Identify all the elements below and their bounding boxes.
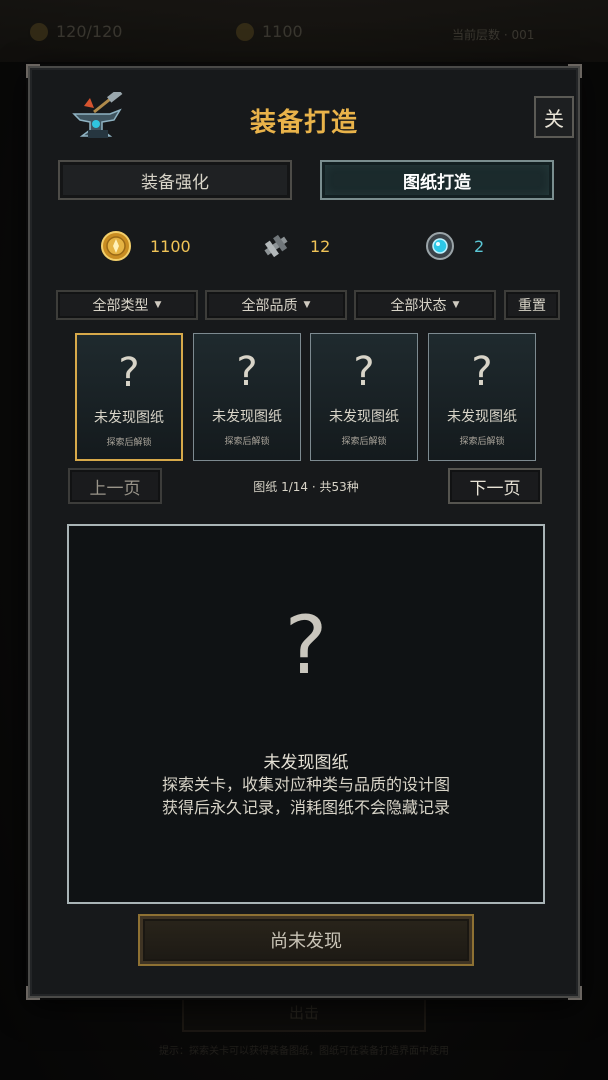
card-hint: 探索后解锁 <box>106 438 152 448</box>
gold-coin-icon <box>101 231 131 261</box>
frame-corner <box>26 64 40 78</box>
type-filter-dropdown[interactable]: 全部类型 ▼ <box>56 290 198 320</box>
frame-corner <box>568 64 582 78</box>
status-filter-dropdown[interactable]: 全部状态 ▼ <box>354 290 496 320</box>
material-icon <box>264 234 288 258</box>
tab-enhance[interactable]: 装备强化 <box>58 160 292 200</box>
forge-action-button[interactable]: 尚未发现 <box>138 914 474 966</box>
gold-resource: 1100 <box>100 230 191 262</box>
card-name: 未发现图纸 <box>212 409 282 425</box>
caret-down-icon: ▼ <box>303 300 311 310</box>
detail-name: 未发现图纸 <box>263 753 349 773</box>
page-indicator: 图纸 1/14 · 共53种 <box>253 480 359 494</box>
material-resource: 12 <box>260 230 330 262</box>
unknown-mark: ? <box>236 349 258 395</box>
blueprint-card[interactable]: ? 未发现图纸 探索后解锁 <box>193 333 301 461</box>
card-hint: 探索后解锁 <box>224 437 270 447</box>
card-hint: 探索后解锁 <box>341 437 387 447</box>
unknown-mark: ? <box>118 350 140 396</box>
unknown-mark: ? <box>471 349 493 395</box>
quality-filter-dropdown[interactable]: 全部品质 ▼ <box>205 290 347 320</box>
detail-description-2: 获得后永久记录，消耗图纸不会隐藏记录 <box>161 798 450 817</box>
reset-filter-button[interactable]: 重置 <box>504 290 560 320</box>
unknown-mark: ? <box>353 349 375 395</box>
crystal-resource: 2 <box>424 230 484 262</box>
card-name: 未发现图纸 <box>94 410 164 426</box>
frame-corner <box>568 986 582 1000</box>
frame-corner <box>26 986 40 1000</box>
detail-description-1: 探索关卡，收集对应种类与品质的设计图 <box>161 775 450 794</box>
forge-modal: 装备打造 关 装备强化 图纸打造 1100 12 2 全部类型 ▼ 全部品质 ▼ 全… <box>26 64 582 1000</box>
blueprint-card[interactable]: ? 未发现图纸 探索后解锁 <box>75 333 183 461</box>
modal-title: 装备打造 <box>249 108 358 138</box>
caret-down-icon: ▼ <box>154 300 162 310</box>
next-page-button[interactable]: 下一页 <box>448 468 542 504</box>
tab-blueprint-forge[interactable]: 图纸打造 <box>320 160 554 200</box>
caret-down-icon: ▼ <box>452 300 460 310</box>
crystal-amount: 2 <box>474 236 485 256</box>
blueprint-card[interactable]: ? 未发现图纸 探索后解锁 <box>310 333 418 461</box>
card-name: 未发现图纸 <box>447 409 517 425</box>
prev-page-button[interactable]: 上一页 <box>68 468 162 504</box>
material-amount: 12 <box>310 236 331 256</box>
blueprint-card[interactable]: ? 未发现图纸 探索后解锁 <box>428 333 536 461</box>
crystal-icon <box>426 232 454 260</box>
close-button[interactable]: 关 <box>534 96 574 138</box>
gold-amount: 1100 <box>150 236 191 256</box>
unknown-mark-large: ? <box>284 599 328 692</box>
blueprint-detail-panel: ? 未发现图纸 探索关卡，收集对应种类与品质的设计图 获得后永久记录，消耗图纸不… <box>67 524 545 904</box>
card-name: 未发现图纸 <box>329 409 399 425</box>
card-hint: 探索后解锁 <box>459 437 505 447</box>
